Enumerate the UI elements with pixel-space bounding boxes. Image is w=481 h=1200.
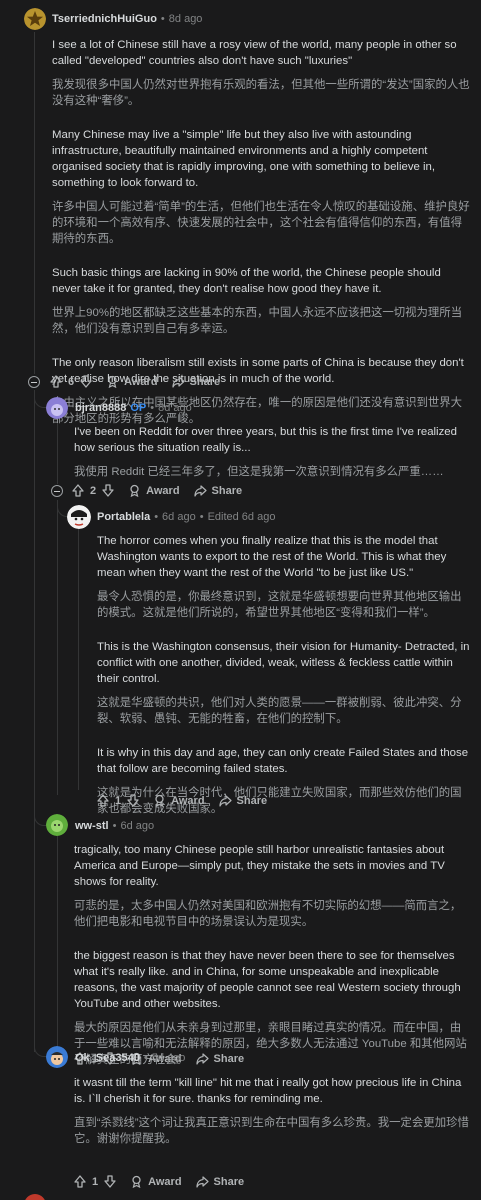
share-icon	[171, 375, 185, 388]
comment-actions: 2 Award Share	[72, 484, 242, 497]
share-label: Share	[213, 1175, 245, 1188]
share-label: Share	[211, 484, 243, 497]
collapse-thread-button[interactable]	[51, 485, 63, 497]
comment-time: 5d ago	[151, 1052, 186, 1064]
comment-actions: 6 Award Share	[50, 375, 220, 388]
comment-text-en: This is the Washington consensus, their …	[97, 641, 470, 685]
avatar[interactable]	[46, 814, 68, 836]
downvote-icon[interactable]	[102, 484, 114, 497]
comment-body: tragically, too many Chinese people stil…	[74, 842, 471, 1076]
comment-author[interactable]: TserriednichHuiGuo	[52, 13, 157, 25]
award-button[interactable]: Award	[130, 1175, 182, 1188]
award-icon	[106, 375, 119, 388]
comment-text-zh: 世界上90%的地区都缺乏这些基本的东西，中国人永远不应该把这一切视为理所当然，他…	[52, 307, 463, 335]
award-button[interactable]: Award	[106, 375, 158, 388]
comment-text-en: Many Chinese may live a "simple" life bu…	[52, 129, 436, 189]
op-badge: OP	[130, 402, 147, 414]
award-icon	[153, 794, 166, 807]
upvote-icon[interactable]	[74, 1175, 86, 1188]
comment-text-en: It is why in this day and age, they can …	[97, 747, 469, 775]
comment-text-zh: 我使用 Reddit 已经三年多了，但这是我第一次意识到情况有多么严重……	[74, 466, 444, 478]
avatar[interactable]	[24, 8, 46, 30]
vote-count: 1	[115, 794, 122, 807]
award-button[interactable]: Award	[128, 484, 180, 497]
comment-text-en: The horror comes when you finally realiz…	[97, 535, 447, 579]
thread-elbow	[34, 390, 46, 408]
comment-text-zh: 这就是华盛顿的共识，他们对人类的愿景——一群被削弱、彼此冲突、分裂、软弱、愚钝、…	[97, 697, 462, 725]
vote-count: 6	[68, 375, 75, 388]
thread-elbow	[34, 808, 46, 826]
comment-time: 6d ago	[162, 511, 196, 523]
comment-text-zh: 许多中国人可能过着“简单”的生活，但他们也生活在令人惊叹的基础设施、维护良好的环…	[52, 201, 470, 245]
award-icon	[128, 484, 141, 497]
comment-actions: 1 Award Share	[97, 794, 267, 807]
comment-body: The horror comes when you finally realiz…	[97, 533, 471, 825]
thread-line	[57, 836, 58, 1050]
collapse-thread-button[interactable]	[28, 376, 40, 388]
comment-body: it wasnt till the term "kill line" hit m…	[74, 1075, 471, 1155]
downvote-icon[interactable]	[104, 1175, 116, 1188]
comment-text-en: I've been on Reddit for over three years…	[74, 426, 457, 454]
comment-text-zh: 可悲的是，太多中国人仍然对美国和欧洲抱有不切实际的幻想——简而言之，他们把电影和…	[74, 900, 462, 928]
comment-text-zh: 直到“杀戮线”这个词让我真正意识到生命在中国有多么珍贵。我一定会更加珍惜它。谢谢…	[74, 1117, 469, 1145]
vote-count: 2	[90, 484, 97, 497]
share-icon	[195, 1052, 209, 1065]
avatar[interactable]	[67, 505, 91, 529]
comment-text-en: tragically, too many Chinese people stil…	[74, 844, 445, 888]
avatar[interactable]	[46, 397, 68, 419]
comment-time: 8d ago	[168, 13, 203, 25]
comment-actions: 1 Award Share	[74, 1175, 244, 1188]
thread-elbow	[34, 1040, 46, 1057]
comment-text-en: I see a lot of Chinese still have a rosy…	[52, 39, 457, 67]
share-label: Share	[236, 794, 268, 807]
award-label: Award	[146, 484, 180, 497]
comment-time: 6d ago	[120, 820, 155, 832]
comment-text-zh: 我发现很多中国人仍然对世界抱有乐观的看法，但其他一些所谓的“发达”国家的人也没有…	[52, 79, 470, 107]
share-button[interactable]: Share	[195, 1175, 245, 1188]
comment-time: 8d ago	[158, 402, 192, 414]
upvote-icon[interactable]	[97, 794, 109, 807]
share-button[interactable]: Share	[171, 375, 221, 388]
share-label: Share	[189, 375, 221, 388]
comment-text-en: it wasnt till the term "kill line" hit m…	[74, 1077, 462, 1105]
award-button[interactable]: Award	[153, 794, 205, 807]
share-button[interactable]: Share	[218, 794, 268, 807]
downvote-icon[interactable]	[127, 794, 139, 807]
thread-line	[34, 392, 35, 1052]
comment-author[interactable]: ww-stl	[75, 820, 109, 832]
comment-text-en: the biggest reason is that they have nev…	[74, 950, 461, 1010]
comment-author[interactable]: Portablela	[97, 511, 150, 523]
share-icon	[218, 794, 232, 807]
edited-label: Edited 6d ago	[207, 511, 276, 523]
upvote-icon[interactable]	[50, 375, 62, 388]
vote-count: 1	[92, 1175, 99, 1188]
avatar[interactable]	[24, 1194, 46, 1200]
comment-author[interactable]: Ok_Sea3540	[75, 1052, 140, 1064]
award-icon	[130, 1175, 143, 1188]
thread-line	[34, 32, 35, 374]
comment-author[interactable]: bjran8888	[75, 402, 126, 414]
comment-text-zh: 最令人恐惧的是，你最终意识到，这就是华盛顿想要向世界其他地区输出的模式。这就是他…	[97, 591, 462, 619]
award-label: Award	[171, 794, 205, 807]
downvote-icon[interactable]	[80, 375, 92, 388]
thread-line	[78, 528, 79, 790]
share-label: Share	[213, 1052, 245, 1065]
thread-line	[57, 500, 58, 795]
share-button[interactable]: Share	[193, 484, 243, 497]
avatar[interactable]	[46, 1046, 68, 1068]
share-icon	[195, 1175, 209, 1188]
award-label: Award	[148, 1175, 182, 1188]
award-label: Award	[124, 375, 158, 388]
comment-body: I've been on Reddit for over three years…	[74, 424, 471, 488]
share-button[interactable]: Share	[195, 1052, 245, 1065]
comment-text-en: Such basic things are lacking in 90% of …	[52, 267, 441, 295]
share-icon	[193, 484, 207, 497]
upvote-icon[interactable]	[72, 484, 84, 497]
